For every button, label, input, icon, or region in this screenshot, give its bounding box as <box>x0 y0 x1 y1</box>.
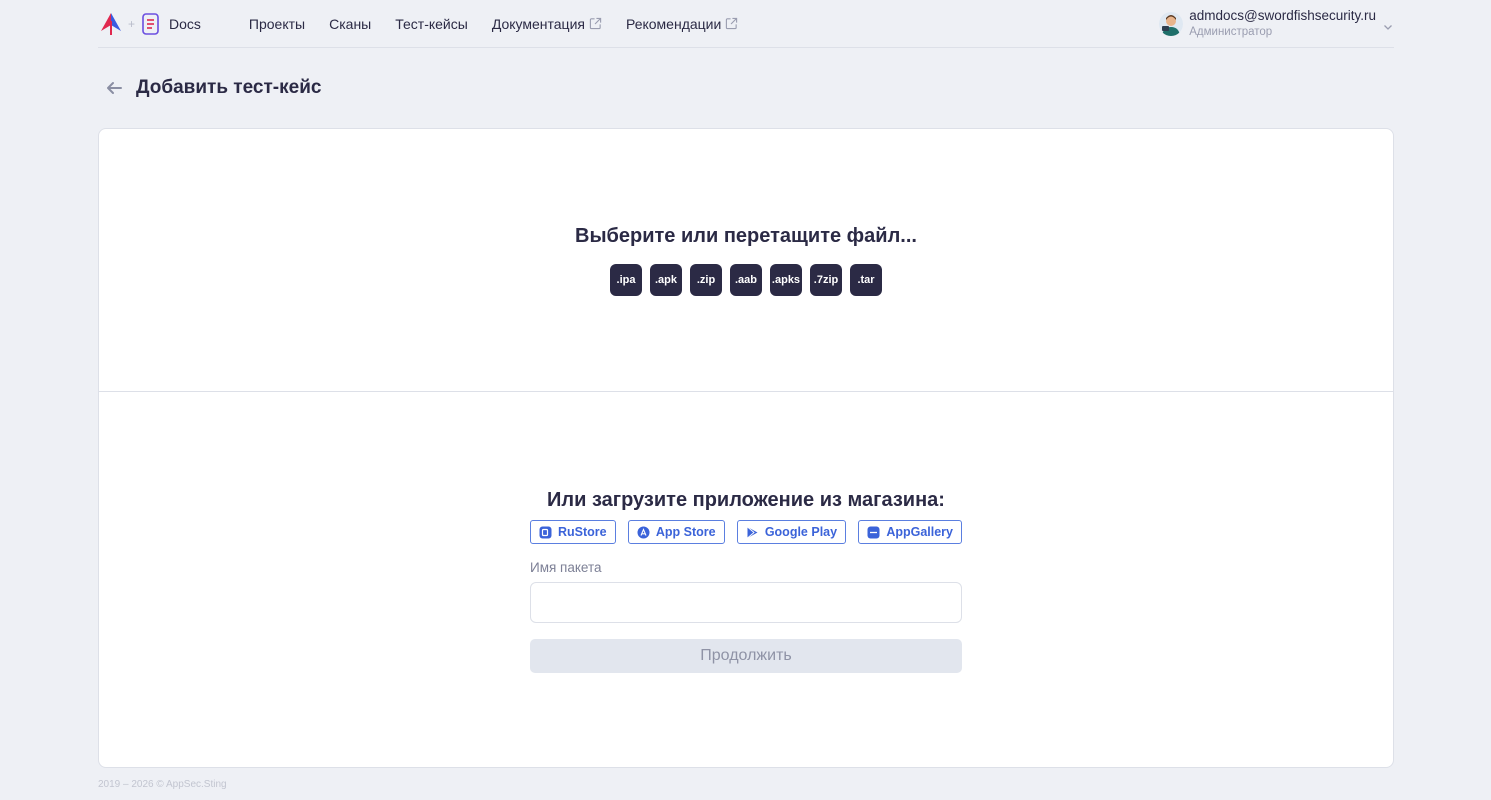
footer-copyright: 2019 – 2026 © AppSec.Sting <box>98 779 227 790</box>
docs-label: Docs <box>169 15 201 32</box>
extension-badge: .ipa <box>610 264 642 296</box>
top-navbar: + Docs Проекты Сканы Тест-кейсы Документ… <box>98 0 1394 48</box>
nav-item-projects[interactable]: Проекты <box>249 16 305 32</box>
avatar <box>1159 12 1184 36</box>
extension-badge: .apk <box>650 264 682 296</box>
brand[interactable]: + Docs <box>98 0 201 48</box>
external-link-icon <box>589 17 602 30</box>
nav-item-documentation[interactable]: Документация <box>492 16 602 32</box>
nav-item-label: Сканы <box>329 15 372 32</box>
arrow-left-icon[interactable] <box>104 78 124 98</box>
nav-item-label: Рекомендации <box>625 15 722 32</box>
nav-item-label: Проекты <box>248 15 306 32</box>
package-name-label: Имя пакета <box>530 560 602 575</box>
store-button-label: App Store <box>655 525 716 539</box>
add-test-case-card: Выберите или перетащите файл... .ipa .ap… <box>98 128 1394 768</box>
user-role: Администратор <box>1189 26 1273 39</box>
nav-item-recommendations[interactable]: Рекомендации <box>626 16 738 32</box>
store-button-label: AppGallery <box>886 525 953 539</box>
page-header: Добавить тест-кейс <box>104 76 321 100</box>
appstore-icon <box>637 526 650 538</box>
chevron-down-icon <box>1384 25 1392 30</box>
extension-badge: .apks <box>770 264 802 296</box>
nav-item-label: Документация <box>491 15 585 32</box>
appgallery-button[interactable]: AppGallery <box>858 520 962 544</box>
dropzone-title: Выберите или перетащите файл... <box>575 225 917 247</box>
continue-button[interactable]: Продолжить <box>530 639 962 673</box>
appsec-logo-icon <box>101 12 121 35</box>
rustore-button[interactable]: RuStore <box>530 520 616 544</box>
docs-icon <box>142 12 159 35</box>
googleplay-icon <box>747 526 758 538</box>
user-info: admdocs@swordfishsecurity.ru Администрат… <box>1189 8 1376 39</box>
brand-plus: + <box>128 16 136 31</box>
main-nav: Проекты Сканы Тест-кейсы Документация Ре… <box>249 0 762 48</box>
store-button-label: RuStore <box>558 525 607 539</box>
user-menu[interactable]: admdocs@swordfishsecurity.ru Администрат… <box>1159 0 1394 48</box>
package-name-input[interactable] <box>530 582 962 623</box>
extension-list: .ipa .apk .zip .aab .apks .7zip .tar <box>606 264 886 296</box>
rustore-icon <box>539 526 552 538</box>
extension-badge: .aab <box>730 264 762 296</box>
extension-badge: .7zip <box>810 264 842 296</box>
page-title: Добавить тест-кейс <box>136 77 322 98</box>
nav-item-label: Тест-кейсы <box>395 15 468 32</box>
user-email: admdocs@swordfishsecurity.ru <box>1189 8 1376 24</box>
nav-item-scans[interactable]: Сканы <box>329 16 371 32</box>
nav-item-test-cases[interactable]: Тест-кейсы <box>395 16 468 32</box>
file-dropzone[interactable]: Выберите или перетащите файл... .ipa .ap… <box>99 129 1393 392</box>
store-title: Или загрузите приложение из магазина: <box>547 489 945 511</box>
appstore-button[interactable]: App Store <box>627 520 725 544</box>
store-button-label: Google Play <box>764 525 838 539</box>
store-upload-section: Или загрузите приложение из магазина: Ru… <box>530 489 962 673</box>
extension-badge: .tar <box>850 264 882 296</box>
store-buttons: RuStore App Store Google Play AppGallery <box>530 520 962 544</box>
googleplay-button[interactable]: Google Play <box>736 520 847 544</box>
extension-badge: .zip <box>690 264 722 296</box>
external-link-icon <box>726 17 738 30</box>
appgallery-icon <box>867 526 880 538</box>
